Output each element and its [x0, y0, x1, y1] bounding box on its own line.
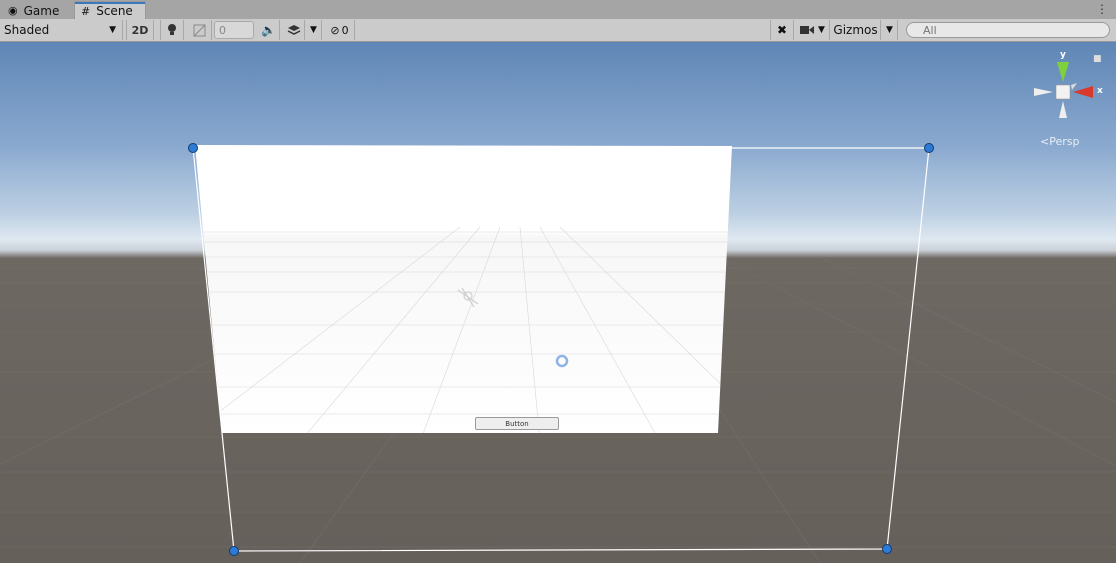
speaker-icon: 🔈: [261, 23, 276, 37]
projection-toggle[interactable]: <Persp: [1040, 135, 1079, 148]
shading-mode-label: Shaded: [4, 23, 50, 37]
lightbulb-icon: [168, 24, 176, 35]
hidden-count: 0: [341, 23, 349, 37]
hash-icon: #: [81, 4, 91, 18]
gizmos-dropdown-arrow[interactable]: ▼: [882, 20, 898, 40]
handle-bottom-right[interactable]: [882, 544, 892, 554]
scene-viewport[interactable]: Button y x ■ <Persp: [0, 42, 1116, 563]
image-effects-icon: [193, 24, 206, 36]
scene-canvas: [0, 62, 1116, 563]
scene-fx-button[interactable]: [188, 20, 212, 40]
dropdown-arrow-icon: ▼: [818, 25, 825, 35]
handle-top-right[interactable]: [924, 143, 934, 153]
toggle-2d-button[interactable]: 2D: [126, 20, 154, 40]
window-tab-bar: ◉ Game # Scene ⋮: [0, 0, 1116, 20]
gizmo-neg-z-cone-icon[interactable]: [1059, 101, 1067, 118]
grid-value-field[interactable]: [214, 21, 254, 39]
kebab-menu-icon[interactable]: ⋮: [1096, 2, 1108, 16]
shading-mode-dropdown[interactable]: Shaded ▼: [0, 20, 123, 40]
gizmos-button[interactable]: Gizmos: [831, 20, 881, 40]
camera-settings-dropdown[interactable]: ▼: [796, 20, 830, 40]
ui-canvas-button[interactable]: Button: [475, 417, 559, 430]
handle-bottom-left[interactable]: [229, 546, 239, 556]
tab-scene[interactable]: # Scene: [74, 1, 146, 20]
tools-button[interactable]: ✖: [770, 20, 794, 40]
eye-slash-icon: ⊘: [330, 23, 340, 37]
gizmo-neg-x-cone-icon[interactable]: [1034, 88, 1053, 96]
lock-icon[interactable]: ■: [1093, 54, 1102, 64]
gamepad-icon: ◉: [8, 4, 18, 17]
tab-game[interactable]: ◉ Game: [2, 2, 72, 19]
handle-top-left[interactable]: [188, 143, 198, 153]
perspective-icon: <: [1040, 135, 1050, 148]
gizmo-x-label: x: [1097, 86, 1103, 96]
projection-label: Persp: [1049, 135, 1080, 148]
gizmo-y-cone-icon[interactable]: [1057, 62, 1069, 82]
search-input[interactable]: [906, 22, 1110, 38]
gizmo-y-label: y: [1060, 50, 1066, 60]
tab-game-label: Game: [23, 3, 60, 18]
dropdown-arrow-icon: ▼: [109, 25, 116, 35]
tab-scene-label: Scene: [96, 4, 133, 18]
layers-icon: [287, 25, 300, 35]
orientation-gizmo[interactable]: [1034, 62, 1093, 118]
gizmo-x-cone-icon[interactable]: [1073, 86, 1093, 98]
scene-visibility-button[interactable]: [283, 20, 305, 40]
wrench-icon: ✖: [776, 23, 788, 37]
gizmo-z-cone-icon[interactable]: [1071, 83, 1077, 90]
audio-toggle-button[interactable]: 🔈: [258, 20, 280, 40]
gizmo-center-cube-icon[interactable]: [1055, 84, 1071, 100]
video-camera-icon: [800, 26, 815, 34]
scene-toolbar: Shaded ▼ 2D 🔈 ▼ ⊘ 0 ✖ ▼ Gizmos ▼ ⚲: [0, 19, 1116, 42]
hidden-objects-toggle[interactable]: ⊘ 0: [325, 20, 355, 40]
chevron-down-icon[interactable]: ▼: [306, 20, 322, 40]
lighting-toggle-button[interactable]: [160, 20, 184, 40]
